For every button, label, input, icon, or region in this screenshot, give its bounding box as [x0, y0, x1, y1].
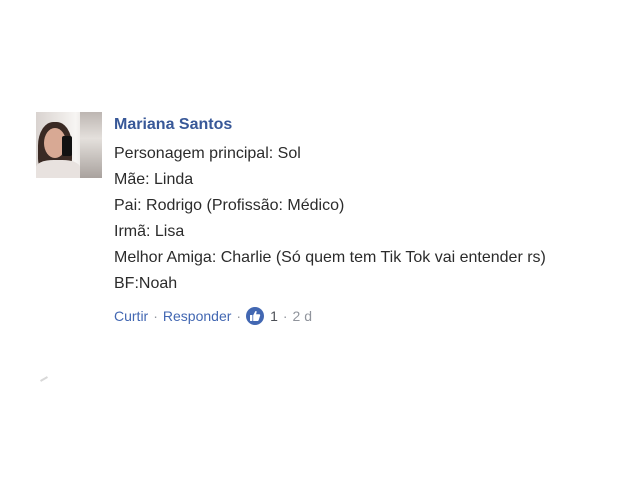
comment-line-best-friend: Melhor Amiga: Charlie (Só quem tem Tik T… — [114, 249, 546, 266]
stray-mark — [40, 376, 48, 382]
thumbs-up-icon[interactable] — [246, 307, 265, 325]
action-separator: · — [236, 308, 242, 324]
comment-timestamp[interactable]: 2 d — [293, 308, 312, 324]
comment: Mariana Santos Personagem principal: Sol… — [36, 112, 636, 325]
comment-body: Mariana Santos Personagem principal: Sol… — [114, 112, 546, 325]
comment-author[interactable]: Mariana Santos — [114, 113, 546, 137]
avatar[interactable] — [36, 112, 102, 178]
action-separator: · — [153, 308, 158, 324]
avatar-background — [80, 112, 102, 178]
comment-line-father: Pai: Rodrigo (Profissão: Médico) — [114, 197, 345, 214]
avatar-phone — [62, 136, 72, 156]
reaction-count[interactable]: 1 — [270, 308, 278, 324]
comment-line-boyfriend: BF:Noah — [114, 275, 178, 292]
comment-line-main-character: Personagem principal: Sol — [114, 145, 301, 162]
avatar-shirt — [36, 160, 80, 178]
comment-line-sister: Irmã: Lisa — [114, 223, 185, 240]
action-separator: · — [282, 308, 288, 324]
like-button[interactable]: Curtir — [114, 308, 148, 324]
comment-actions: Curtir · Responder · 1 · 2 d — [114, 307, 546, 325]
comment-line-mother: Mãe: Linda — [114, 171, 194, 188]
reply-button[interactable]: Responder — [163, 308, 232, 324]
